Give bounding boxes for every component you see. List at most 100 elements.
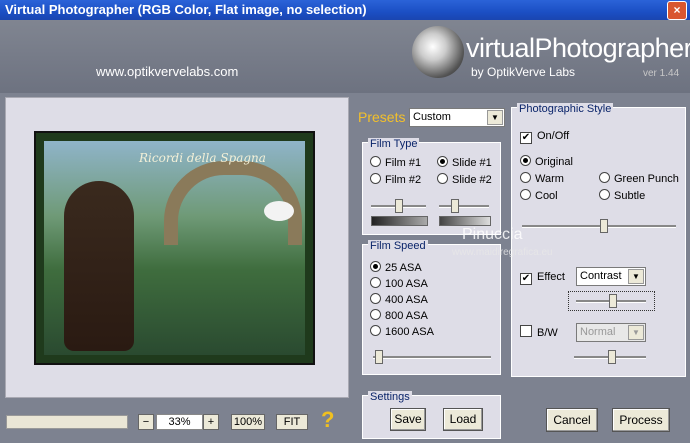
bw-slider[interactable]: [574, 350, 646, 364]
option-label: 400 ASA: [385, 294, 428, 306]
style-on-off-checkbox[interactable]: ✔ On/Off: [520, 130, 569, 144]
radio-indicator[interactable]: [520, 189, 531, 200]
radio-indicator[interactable]: [520, 172, 531, 183]
zoom-field[interactable]: 33%: [156, 414, 203, 430]
logo-icon: [412, 26, 464, 78]
watermark-site: www.maidiregrafica.eu: [452, 247, 553, 258]
presets-label: Presets: [358, 109, 406, 125]
cancel-button[interactable]: Cancel: [546, 408, 598, 432]
slider-thumb[interactable]: [609, 294, 617, 308]
zoom-100-button[interactable]: 100%: [231, 414, 265, 430]
option-label: Effect: [537, 271, 565, 283]
option-label: Slide #2: [452, 174, 492, 186]
option-label: 100 ASA: [385, 278, 428, 290]
photo-scene: Ricordi della Spagna: [44, 141, 305, 355]
effect-checkbox[interactable]: ✔ Effect: [520, 271, 565, 285]
film-speed-panel: Film Speed 25 ASA 100 ASA 400 ASA 800 AS…: [362, 240, 501, 375]
option-label: Film #2: [385, 174, 422, 186]
film-gradient-1: [371, 216, 428, 226]
checkbox-indicator[interactable]: ✔: [520, 273, 532, 285]
preview-image[interactable]: Ricordi della Spagna: [34, 131, 315, 365]
option-label: Subtle: [614, 190, 646, 202]
radio-indicator[interactable]: [437, 173, 448, 184]
option-label: Cool: [535, 190, 558, 202]
radio-indicator[interactable]: [437, 156, 448, 167]
settings-title: Settings: [368, 391, 412, 403]
bw-value: Normal: [580, 326, 616, 338]
slider-thumb[interactable]: [395, 199, 403, 213]
radio-slide-1[interactable]: Slide #1: [437, 156, 492, 169]
radio-indicator[interactable]: [520, 155, 531, 166]
radio-original[interactable]: Original: [520, 155, 573, 168]
radio-cool[interactable]: Cool: [520, 189, 558, 202]
radio-indicator[interactable]: [370, 293, 381, 304]
save-button[interactable]: Save: [390, 408, 426, 431]
radio-film-1[interactable]: Film #1: [370, 156, 421, 169]
option-label: Warm: [535, 173, 564, 185]
chevron-down-icon[interactable]: ▼: [487, 110, 503, 125]
radio-indicator[interactable]: [599, 189, 610, 200]
film-slider-1[interactable]: [371, 199, 426, 213]
slider-thumb[interactable]: [375, 350, 383, 364]
radio-1600-asa[interactable]: 1600 ASA: [370, 325, 434, 338]
radio-indicator[interactable]: [370, 309, 381, 320]
option-label: Green Punch: [614, 173, 679, 185]
zoom-out-button[interactable]: −: [138, 414, 154, 430]
photo-title: Ricordi della Spagna: [139, 151, 266, 165]
radio-film-2[interactable]: Film #2: [370, 173, 421, 186]
effect-slider-box[interactable]: [568, 291, 655, 311]
radio-indicator[interactable]: [599, 172, 610, 183]
process-button[interactable]: Process: [612, 408, 670, 432]
settings-panel: Settings Save Load: [362, 391, 501, 439]
radio-indicator[interactable]: [370, 261, 381, 272]
film-slider-2[interactable]: [439, 199, 489, 213]
effect-select[interactable]: Contrast ▼: [576, 267, 646, 286]
chevron-down-icon[interactable]: ▼: [628, 325, 644, 340]
option-label: Slide #1: [452, 157, 492, 169]
radio-indicator[interactable]: [370, 325, 381, 336]
slider-thumb[interactable]: [600, 219, 608, 233]
radio-slide-2[interactable]: Slide #2: [437, 173, 492, 186]
radio-400-asa[interactable]: 400 ASA: [370, 293, 428, 306]
bw-checkbox[interactable]: B/W: [520, 325, 558, 339]
radio-green-punch[interactable]: Green Punch: [599, 172, 679, 185]
option-label: 800 ASA: [385, 310, 428, 322]
option-label: B/W: [537, 327, 558, 339]
radio-indicator[interactable]: [370, 173, 381, 184]
zoom-in-button[interactable]: +: [203, 414, 219, 430]
radio-indicator[interactable]: [370, 156, 381, 167]
checkbox-indicator[interactable]: [520, 325, 532, 337]
radio-warm[interactable]: Warm: [520, 172, 564, 185]
radio-indicator[interactable]: [370, 277, 381, 288]
fit-button[interactable]: FIT: [276, 414, 308, 430]
website-link[interactable]: www.optikvervelabs.com: [96, 64, 238, 79]
slider-thumb[interactable]: [608, 350, 616, 364]
film-type-title: Film Type: [368, 138, 420, 150]
load-button[interactable]: Load: [443, 408, 483, 431]
slider-thumb[interactable]: [451, 199, 459, 213]
watermark-name: Pinuccia: [462, 226, 523, 243]
woman-figure: [64, 181, 134, 351]
help-icon[interactable]: ?: [321, 407, 334, 433]
bw-select[interactable]: Normal ▼: [576, 323, 646, 342]
chevron-down-icon[interactable]: ▼: [628, 269, 644, 284]
radio-25-asa[interactable]: 25 ASA: [370, 261, 422, 274]
close-button[interactable]: ×: [667, 1, 687, 20]
option-label: Original: [535, 156, 573, 168]
radio-subtle[interactable]: Subtle: [599, 189, 645, 202]
option-label: 1600 ASA: [385, 326, 434, 338]
presets-select[interactable]: Custom ▼: [409, 108, 505, 127]
effect-slider[interactable]: [576, 294, 646, 308]
film-gradient-2: [439, 216, 491, 226]
dove: [264, 201, 294, 221]
film-speed-title: Film Speed: [368, 240, 428, 252]
presets-value: Custom: [413, 111, 451, 123]
radio-800-asa[interactable]: 800 ASA: [370, 309, 428, 322]
checkbox-indicator[interactable]: ✔: [520, 132, 532, 144]
brand-name: virtualPhotographer: [466, 33, 690, 63]
brand-byline: by OptikVerve Labs: [471, 65, 576, 79]
option-label: On/Off: [537, 130, 570, 142]
film-speed-slider[interactable]: [373, 350, 491, 364]
radio-100-asa[interactable]: 100 ASA: [370, 277, 428, 290]
style-slider[interactable]: [522, 219, 676, 233]
